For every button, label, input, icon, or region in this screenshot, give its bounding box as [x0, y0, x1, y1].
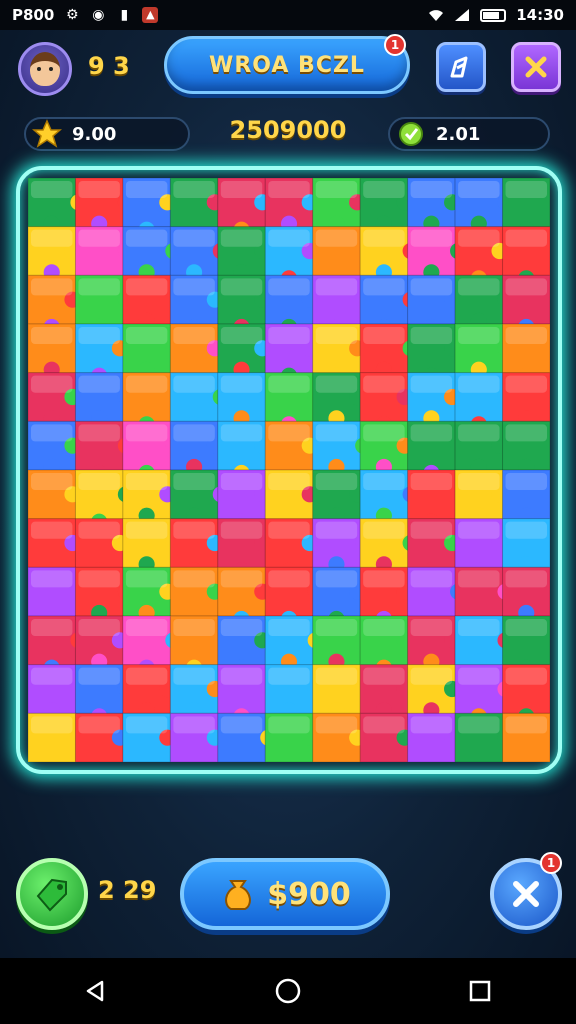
close-icon — [525, 56, 547, 78]
close-icon — [513, 881, 539, 907]
puzzle-piece[interactable] — [312, 469, 366, 524]
puzzle-piece[interactable] — [264, 420, 318, 476]
recents-button[interactable] — [460, 971, 500, 1011]
puzzle-piece[interactable] — [407, 178, 461, 232]
puzzle-piece[interactable] — [217, 323, 271, 378]
puzzle-piece[interactable] — [502, 712, 550, 762]
puzzle-piece[interactable] — [407, 372, 461, 427]
edit-icon — [450, 56, 468, 78]
gems-counter: 2.01 — [388, 117, 550, 151]
puzzle-piece[interactable] — [169, 664, 223, 719]
navigation-bar — [0, 958, 576, 1024]
settings-icon: ⚙ — [66, 7, 79, 23]
puzzle-piece[interactable] — [502, 566, 550, 622]
record-icon: ◉ — [92, 7, 105, 23]
edit-button[interactable] — [436, 42, 486, 92]
title-text: WROA BCZL — [209, 52, 365, 78]
puzzle-piece[interactable] — [454, 420, 508, 476]
puzzle-piece[interactable] — [502, 518, 550, 573]
puzzle-piece[interactable] — [217, 226, 271, 281]
status-left-text: P800 — [12, 6, 55, 24]
back-button[interactable] — [76, 971, 116, 1011]
wifi-icon — [428, 7, 444, 23]
puzzle-piece[interactable] — [312, 615, 366, 670]
puzzle-piece[interactable] — [407, 664, 461, 719]
battery-icon — [480, 8, 507, 22]
close-button-top[interactable] — [511, 42, 561, 92]
puzzle-piece[interactable] — [407, 712, 461, 762]
puzzle-piece[interactable] — [502, 420, 550, 476]
puzzle-piece[interactable] — [74, 615, 128, 670]
puzzle-piece[interactable] — [169, 712, 223, 762]
back-icon — [86, 980, 104, 1002]
puzzle-piece[interactable] — [122, 712, 176, 762]
player-avatar[interactable] — [18, 42, 72, 96]
gem-icon — [396, 119, 426, 149]
puzzle-piece[interactable] — [122, 566, 176, 622]
title-banner-button[interactable]: WROA BCZL — [164, 36, 410, 94]
recents-icon — [469, 980, 491, 1002]
hint-button[interactable] — [16, 858, 88, 930]
hint-count: 2 29 — [98, 876, 157, 904]
status-time: 14:30 — [516, 6, 564, 24]
coins-value: $900 — [267, 876, 351, 912]
avatar-face-icon — [30, 52, 60, 86]
star-icon — [32, 119, 62, 149]
puzzle-piece[interactable] — [28, 420, 81, 476]
puzzle-piece[interactable] — [122, 469, 176, 524]
tag-icon — [36, 878, 67, 912]
coin-bag-icon — [225, 880, 252, 910]
puzzle-piece[interactable] — [122, 664, 176, 719]
score-display: 2509000 — [229, 116, 347, 144]
close-notification-badge: 1 — [540, 852, 562, 874]
puzzle-grid[interactable] — [28, 178, 550, 762]
puzzle-piece[interactable] — [312, 372, 366, 427]
puzzle-piece[interactable] — [74, 712, 128, 762]
puzzle-piece[interactable] — [359, 664, 413, 719]
puzzle-piece[interactable] — [359, 178, 413, 232]
puzzle-piece[interactable] — [169, 420, 223, 476]
title-notification-badge: 1 — [384, 34, 406, 56]
puzzle-piece[interactable] — [407, 615, 461, 670]
puzzle-piece[interactable] — [264, 178, 318, 232]
puzzle-piece[interactable] — [359, 712, 413, 762]
puzzle-piece[interactable] — [264, 712, 318, 762]
puzzle-piece[interactable] — [359, 420, 413, 476]
coins-button[interactable]: $900 — [180, 858, 390, 930]
gems-value: 2.01 — [436, 123, 481, 145]
puzzle-piece[interactable] — [28, 226, 81, 281]
alert-icon: ▲ — [142, 7, 159, 23]
puzzle-piece[interactable] — [28, 323, 81, 378]
stars-counter: 9.00 — [24, 117, 190, 151]
puzzle-piece[interactable] — [169, 566, 223, 622]
stars-value: 9.00 — [72, 123, 117, 145]
signal-bars-icon: ▮ — [120, 7, 129, 23]
cell-signal-icon — [454, 7, 470, 23]
status-bar: P800 ⚙ ◉ ▮ ▲ 14:30 — [0, 0, 576, 30]
puzzle-piece[interactable] — [312, 712, 366, 762]
puzzle-piece[interactable] — [28, 372, 81, 427]
puzzle-piece[interactable] — [312, 178, 366, 232]
puzzle-piece[interactable] — [454, 469, 508, 524]
puzzle-piece[interactable] — [502, 372, 550, 427]
player-level: 9 3 — [88, 52, 130, 80]
puzzle-board[interactable] — [16, 166, 562, 774]
home-button[interactable] — [268, 971, 308, 1011]
home-icon — [275, 978, 301, 1004]
puzzle-piece[interactable] — [502, 469, 550, 524]
